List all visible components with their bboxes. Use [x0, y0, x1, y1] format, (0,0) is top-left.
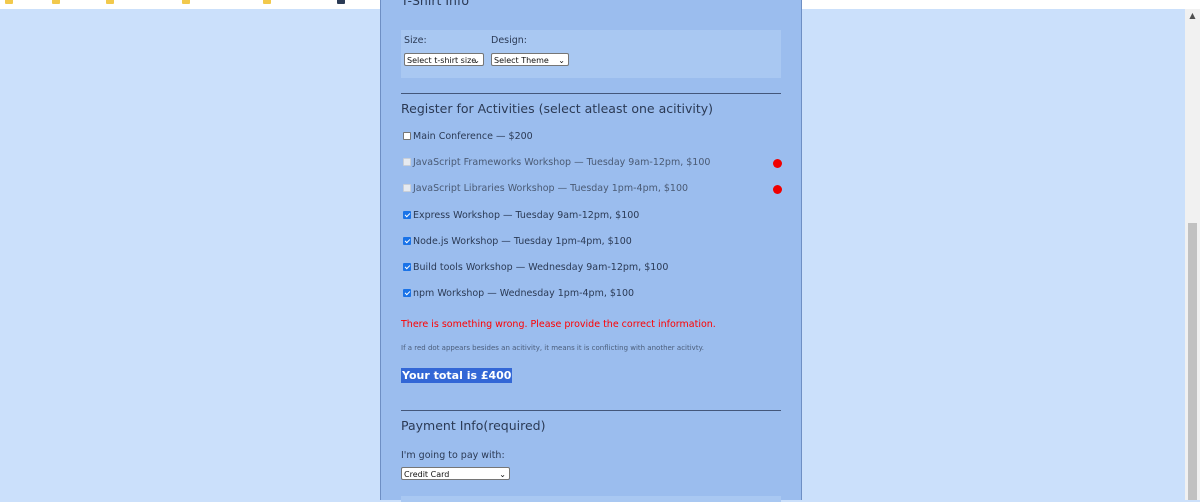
activity-label: Main Conference — $200 [413, 131, 533, 142]
size-select-value: Select t-shirt size [407, 56, 477, 65]
payment-section-heading: Payment Info(required) [401, 418, 546, 433]
activity-checkbox[interactable] [403, 210, 411, 219]
activity-checkbox[interactable] [403, 132, 411, 140]
design-select[interactable]: Select Theme ⌄ [491, 53, 569, 66]
page-scrollbar[interactable]: ▲ [1185, 9, 1200, 500]
conflict-dot-icon [773, 184, 782, 194]
bookmark-folder-icon[interactable] [182, 0, 190, 4]
activity-item: JavaScript Frameworks Workshop — Tuesday… [403, 156, 710, 170]
design-select-value: Select Theme [494, 56, 549, 65]
chevron-down-icon: ⌄ [499, 470, 506, 479]
activity-checkbox [403, 184, 411, 193]
activity-label: Express Workshop — Tuesday 9am-12pm, $10… [413, 209, 640, 221]
size-select[interactable]: Select t-shirt size ⌄ [404, 53, 484, 66]
activity-label: JavaScript Libraries Workshop — Tuesday … [413, 183, 689, 195]
activity-checkbox[interactable] [403, 263, 411, 271]
bookmark-folder-icon[interactable] [263, 0, 271, 4]
activity-item[interactable]: npm Workshop — Wednesday 1pm-4pm, $100 [403, 287, 634, 301]
scrollbar-thumb[interactable] [1188, 223, 1197, 500]
activity-label: Build tools Workshop — Wednesday 9am-12p… [413, 262, 669, 273]
registration-form: T-Shirt Info Size: Select t-shirt size ⌄… [380, 0, 802, 502]
activity-item[interactable]: Node.js Workshop — Tuesday 1pm-4pm, $100 [403, 235, 632, 249]
activity-label: JavaScript Frameworks Workshop — Tuesday… [413, 157, 711, 169]
design-label: Design: [491, 35, 528, 46]
credit-card-fieldset [401, 496, 781, 502]
chevron-down-icon: ⌄ [558, 56, 565, 65]
activity-label: Node.js Workshop — Tuesday 1pm-4pm, $100 [413, 235, 632, 247]
size-label: Size: [404, 35, 427, 46]
payment-method-label: I'm going to pay with: [401, 450, 505, 461]
activity-label: npm Workshop — Wednesday 1pm-4pm, $100 [413, 288, 635, 300]
tshirt-section-heading: T-Shirt Info [401, 0, 469, 8]
conflict-dot-icon [773, 158, 782, 168]
activity-item[interactable]: Main Conference — $200 [403, 130, 533, 144]
section-divider [401, 410, 781, 411]
activities-total: Your total is £400 [401, 368, 513, 383]
activity-checkbox [403, 158, 411, 167]
activities-error-message: There is something wrong. Please provide… [401, 319, 716, 330]
bookmark-folder-icon[interactable] [5, 0, 13, 4]
bookmark-folder-icon[interactable] [52, 0, 60, 4]
activity-checkbox[interactable] [403, 289, 411, 298]
payment-method-value: Credit Card [404, 470, 450, 479]
conflict-hint: If a red dot appears besides an acitivit… [401, 344, 704, 352]
scroll-up-arrow-icon[interactable]: ▲ [1185, 9, 1200, 23]
bookmark-folder-icon[interactable] [106, 0, 114, 4]
tshirt-fieldset: Size: Select t-shirt size ⌄ Design: Sele… [401, 30, 781, 78]
activities-section-heading: Register for Activities (select atleast … [401, 101, 714, 116]
section-divider [401, 93, 781, 94]
bookmark-icon[interactable] [337, 0, 345, 4]
payment-method-select[interactable]: Credit Card ⌄ [401, 467, 510, 480]
activity-item: JavaScript Libraries Workshop — Tuesday … [403, 182, 688, 196]
activity-item[interactable]: Express Workshop — Tuesday 9am-12pm, $10… [403, 209, 639, 223]
chevron-down-icon: ⌄ [473, 56, 480, 65]
activity-checkbox[interactable] [403, 236, 411, 245]
activity-item[interactable]: Build tools Workshop — Wednesday 9am-12p… [403, 261, 668, 275]
